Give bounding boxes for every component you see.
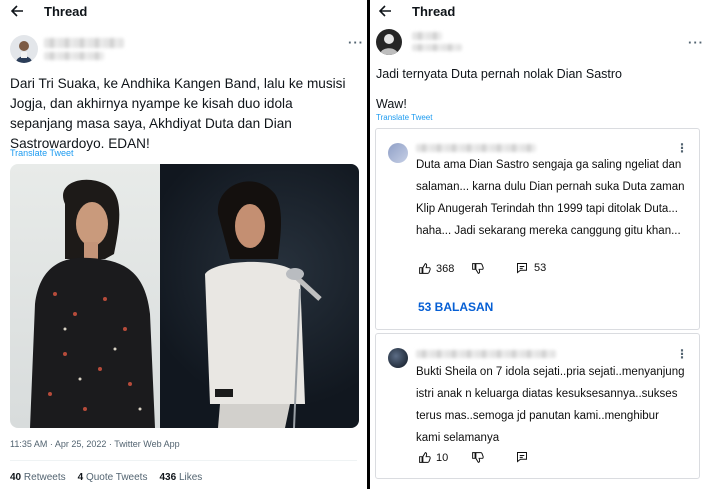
thumbs-up-icon <box>419 263 431 274</box>
tweet-text: Dari Tri Suaka, ke Andhika Kangen Band, … <box>10 76 346 151</box>
commenter-name-redacted <box>416 350 556 358</box>
dislike-button[interactable] <box>471 262 484 275</box>
more-horizontal-icon[interactable]: ··· <box>348 35 364 50</box>
like-button[interactable]: 368 <box>418 262 454 275</box>
avatar[interactable] <box>376 29 402 55</box>
page-title: Thread <box>412 3 456 19</box>
like-count: 10 <box>436 451 449 464</box>
tweet-stats: 40 Retweets 4 Quote Tweets 436 Likes <box>10 472 202 483</box>
divider <box>10 460 357 461</box>
page-title: Thread <box>44 3 88 19</box>
translate-tweet-link[interactable]: Translate Tweet <box>10 148 74 158</box>
comment-icon <box>517 263 527 274</box>
tweet-text-exclamation: Waw! <box>376 97 407 111</box>
dislike-button[interactable] <box>471 451 484 464</box>
tweet-meta: 11:35 AM · Apr 25, 2022 · Twitter Web Ap… <box>10 439 180 449</box>
tweet-photo[interactable] <box>10 164 359 428</box>
comment-card: ⋮ Bukti Sheila on 7 idola sejati..pria s… <box>375 333 700 479</box>
right-topbar: Thread <box>370 0 720 22</box>
like-button[interactable]: 10 <box>418 451 448 464</box>
author-handle-redacted <box>44 52 104 60</box>
author-name-redacted <box>44 38 124 48</box>
arrow-left-icon[interactable] <box>10 4 24 18</box>
left-topbar: Thread <box>0 0 367 22</box>
thumbs-down-icon <box>472 452 484 463</box>
thumbs-down-icon <box>472 263 484 274</box>
commenter-name-redacted <box>416 144 536 152</box>
reply-button[interactable]: 53 <box>516 262 546 274</box>
avatar <box>388 143 408 163</box>
left-tweet-panel: Thread ··· Dari Tri Suaka, ke Andhika Ka… <box>0 0 367 489</box>
like-count: 368 <box>436 262 455 275</box>
likes-stat[interactable]: 436 Likes <box>159 472 202 483</box>
reply-count: 53 <box>534 262 547 274</box>
comment-card: ⋮ Duta ama Dian Sastro sengaja ga saling… <box>375 128 700 330</box>
comment-text: Duta ama Dian Sastro sengaja ga saling n… <box>416 159 685 237</box>
more-vertical-icon[interactable]: ⋮ <box>676 141 689 155</box>
translate-tweet-link[interactable]: Translate Tweet <box>376 113 432 122</box>
more-horizontal-icon[interactable]: ··· <box>688 35 704 50</box>
comment-icon <box>517 452 527 463</box>
man-with-microphone-photo <box>160 164 359 428</box>
screenshot-collage: Thread ··· Dari Tri Suaka, ke Andhika Ka… <box>0 0 720 489</box>
author-name-redacted <box>412 32 442 40</box>
thumbs-up-icon <box>419 452 431 463</box>
author-handle-redacted <box>412 44 462 51</box>
retweets-stat[interactable]: 40 Retweets <box>10 472 66 483</box>
arrow-left-icon[interactable] <box>378 4 392 18</box>
tweet-author-row: ··· <box>0 30 367 70</box>
tweet-text: Jadi ternyata Duta pernah nolak Dian Sas… <box>376 67 622 81</box>
avatar <box>388 348 408 368</box>
right-tweet-panel: Thread ··· Jadi ternyata Duta pernah nol… <box>370 0 720 489</box>
more-vertical-icon[interactable]: ⋮ <box>676 347 689 361</box>
avatar[interactable] <box>10 35 38 63</box>
woman-photo <box>10 164 160 428</box>
comment-text: Bukti Sheila on 7 idola sejati..pria sej… <box>416 366 685 444</box>
quote-tweets-stat[interactable]: 4 Quote Tweets <box>78 472 148 483</box>
reply-button[interactable] <box>516 451 528 463</box>
view-replies-button[interactable]: 53 BALASAN <box>418 300 493 314</box>
